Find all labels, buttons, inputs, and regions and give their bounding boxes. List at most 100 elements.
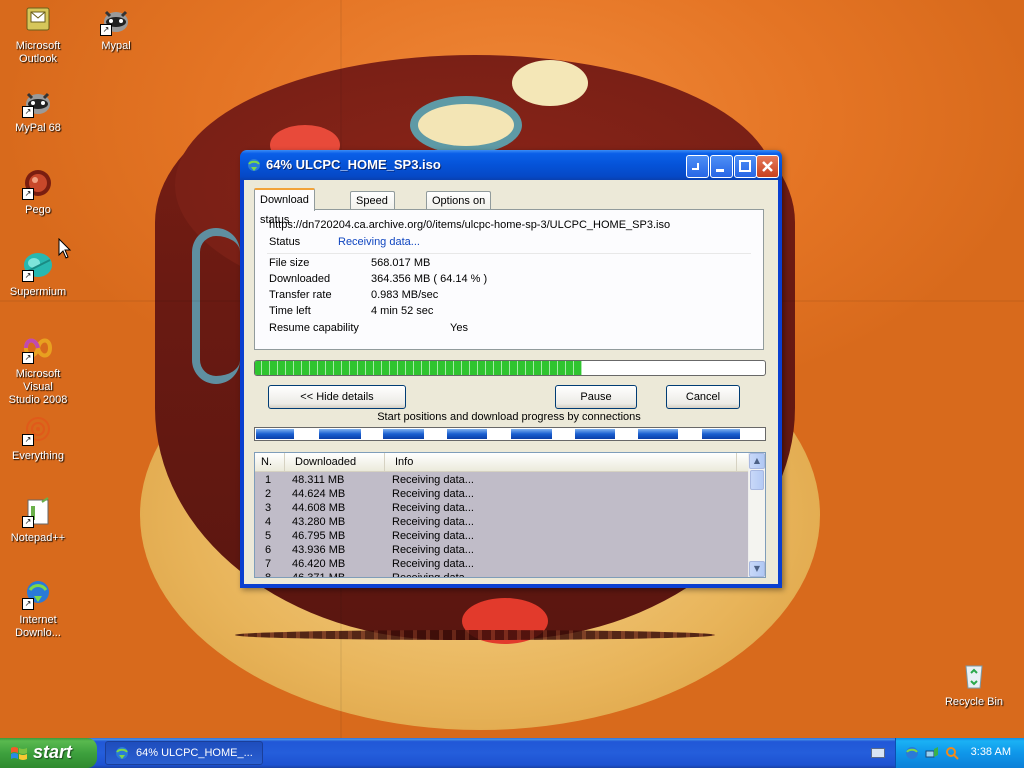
row-connection-number: 7 <box>265 558 272 570</box>
list-row[interactable]: 4 43.280 MB Receiving data... <box>255 516 749 530</box>
maximize-button[interactable] <box>734 155 757 178</box>
file-size-label: File size <box>269 257 310 269</box>
mypal68-icon: ↗ <box>22 86 54 118</box>
connection-segment <box>575 429 615 439</box>
search-tray-icon[interactable] <box>944 745 960 761</box>
network-icon[interactable] <box>924 745 940 761</box>
scroll-thumb[interactable] <box>750 470 764 490</box>
desktop-icon-label: Downlo... <box>15 627 61 639</box>
row-downloaded-amount: 48.311 MB <box>292 474 345 486</box>
desktop-icon-visual-studio[interactable]: ↗ Microsoft Visual Studio 2008 <box>0 332 76 407</box>
desktop-icon-mypal[interactable]: ↗ Mypal <box>78 4 154 53</box>
close-button[interactable] <box>756 155 779 178</box>
desktop-icon-mypal68[interactable]: ↗ MyPal 68 <box>0 86 76 135</box>
minimize-button[interactable] <box>710 155 733 178</box>
connection-segment <box>383 429 424 439</box>
connection-segment <box>511 429 552 439</box>
desktop-icon-label: Notepad++ <box>10 532 66 544</box>
desktop-icon-pego[interactable]: ↗ Pego <box>0 168 76 217</box>
list-row[interactable]: 6 43.936 MB Receiving data... <box>255 544 749 558</box>
status-value: Receiving data... <box>338 236 420 248</box>
row-connection-number: 6 <box>265 544 272 556</box>
tray-minimize-button[interactable] <box>686 155 709 178</box>
pego-icon: ↗ <box>22 168 54 200</box>
dialog-title: 64% ULCPC_HOME_SP3.iso <box>266 157 441 172</box>
column-header-downloaded[interactable]: Downloaded <box>285 453 385 471</box>
list-row[interactable]: 1 48.311 MB Receiving data... <box>255 474 749 488</box>
list-row[interactable]: 3 44.608 MB Receiving data... <box>255 502 749 516</box>
start-label: start <box>33 742 73 762</box>
file-size-row: File size 568.017 MB <box>269 257 430 269</box>
list-row[interactable]: 7 46.420 MB Receiving data... <box>255 558 749 572</box>
everything-icon: ↗ <box>22 414 54 446</box>
shortcut-arrow-icon: ↗ <box>22 270 34 282</box>
file-size-value: 568.017 MB <box>371 257 431 269</box>
column-header-n[interactable]: N. <box>255 453 285 471</box>
desktop-icon-outlook[interactable]: Microsoft Outlook <box>0 4 76 66</box>
idm-tray-icon[interactable] <box>904 745 920 761</box>
list-row[interactable]: 8 46.371 MB Receiving data... <box>255 572 749 577</box>
dialog-client-area: Download status Speed Limiter Options on… <box>244 180 778 584</box>
time-left-row: Time left 4 min 52 sec <box>269 305 433 317</box>
minimize-to-tray-icon <box>692 163 699 170</box>
connections-caption: Start positions and download progress by… <box>377 411 641 423</box>
connections-list[interactable]: N. Downloaded Info 1 48.311 MB Receiving d… <box>254 452 766 578</box>
taskbar: start 64% ULCPC_HOME_... 3:38 AM <box>0 738 1024 768</box>
tab-speed-limiter[interactable]: Speed Limiter <box>350 191 395 225</box>
windows-flag-icon <box>11 747 27 760</box>
recycle-bin-icon <box>958 660 990 692</box>
row-connection-number: 3 <box>265 502 272 514</box>
cancel-button[interactable]: Cancel <box>666 385 740 409</box>
tab-options-on-completion[interactable]: Options on completion <box>426 191 492 225</box>
desktop-icon-label: MyPal 68 <box>15 122 61 134</box>
divider <box>267 253 751 254</box>
list-body: 1 48.311 MB Receiving data... 2 44.624 MB Rec… <box>255 472 749 577</box>
row-info: Receiving data... <box>392 488 474 500</box>
row-downloaded-amount: 44.624 MB <box>292 488 346 500</box>
desktop-icon-recycle-bin[interactable]: Recycle Bin <box>936 660 1012 709</box>
keyboard-layout-icon[interactable] <box>871 748 885 758</box>
row-downloaded-amount: 46.795 MB <box>292 530 346 542</box>
desktop-icon-label: Recycle Bin <box>944 696 1004 708</box>
list-row[interactable]: 2 44.624 MB Receiving data... <box>255 488 749 502</box>
taskbar-item-download[interactable]: 64% ULCPC_HOME_... <box>105 741 263 765</box>
row-info: Receiving data... <box>392 530 474 542</box>
connection-segment <box>447 429 487 439</box>
download-progress-bar <box>254 360 766 376</box>
scroll-up-button[interactable]: ▲ <box>749 453 765 469</box>
desktop-icon-idm[interactable]: ↗ Internet Downlo... <box>0 578 76 640</box>
row-connection-number: 4 <box>265 516 272 528</box>
row-info: Receiving data... <box>392 474 474 486</box>
scroll-down-button[interactable]: ▼ <box>749 561 765 577</box>
pause-button[interactable]: Pause <box>555 385 637 409</box>
transfer-rate-row: Transfer rate 0.983 MB/sec <box>269 289 438 301</box>
resume-capability-label: Resume capability <box>269 322 359 334</box>
desktop-icon-label: Outlook <box>19 53 57 65</box>
idm-app-icon <box>248 159 260 171</box>
idm-taskbar-icon <box>116 747 128 759</box>
row-downloaded-amount: 43.280 MB <box>292 516 346 528</box>
system-tray: 3:38 AM <box>895 738 1024 768</box>
tab-download-status[interactable]: Download status <box>254 188 315 226</box>
shortcut-arrow-icon: ↗ <box>22 188 34 200</box>
download-dialog: 64% ULCPC_HOME_SP3.iso Download status S… <box>240 150 782 588</box>
resume-capability-value: Yes <box>450 322 468 334</box>
desktop-icon-notepadpp[interactable]: ↗ Notepad++ <box>0 496 76 545</box>
downloaded-label: Downloaded <box>269 273 331 285</box>
hide-details-button[interactable]: << Hide details <box>268 385 406 409</box>
list-row[interactable]: 5 46.795 MB Receiving data... <box>255 530 749 544</box>
row-info: Receiving data... <box>392 544 474 556</box>
column-header-info[interactable]: Info <box>385 453 737 471</box>
maximize-icon <box>739 160 751 172</box>
dialog-title-bar[interactable]: 64% ULCPC_HOME_SP3.iso <box>240 150 782 180</box>
desktop-icon-everything[interactable]: ↗ Everything <box>0 414 76 463</box>
desktop-icon-label: Everything <box>12 450 64 462</box>
taskbar-clock[interactable]: 3:38 AM <box>971 746 1011 758</box>
notepadpp-icon: ↗ <box>22 496 54 528</box>
row-info: Receiving data... <box>392 558 474 570</box>
start-button[interactable]: start <box>0 738 97 768</box>
download-status-panel: https://dn720204.ca.archive.org/0/items/… <box>254 209 764 350</box>
taskbar-item-label: 64% ULCPC_HOME_... <box>136 747 253 759</box>
transfer-rate-value: 0.983 MB/sec <box>371 289 439 301</box>
list-scrollbar[interactable]: ▲ ▼ <box>748 453 765 577</box>
